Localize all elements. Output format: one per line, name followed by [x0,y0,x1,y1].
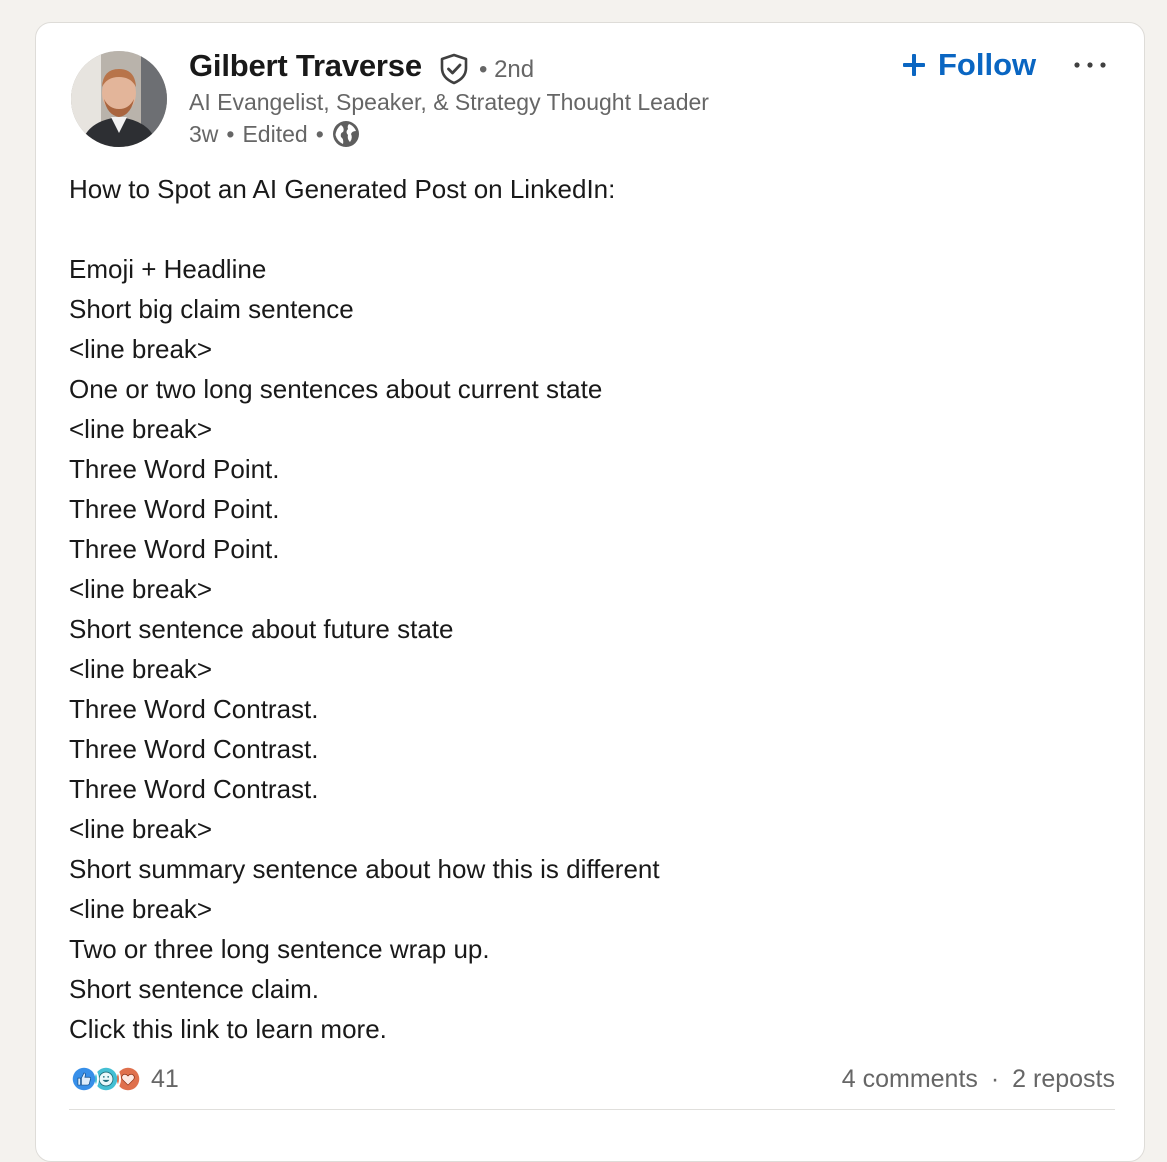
post-text-line: <line break> [69,654,213,684]
post-text-line: Short sentence about future state [69,614,454,644]
post-text-line: Three Word Contrast. [69,734,319,764]
globe-icon [332,121,359,147]
post-card: Gilbert Traverse • 2nd AI Evangelist, Sp… [35,22,1145,1162]
post-text-line: Short sentence claim. [69,974,320,1004]
post-text-line: Three Word Point. [69,454,280,484]
counts-separator: · [990,1065,1000,1093]
post-text-line: Three Word Contrast. [69,774,319,804]
post-text-line: Two or three long sentence wrap up. [69,934,490,964]
post-text-line: <line break> [69,814,213,844]
post-body: How to Spot an AI Generated Post on Link… [69,169,1109,1049]
reposts-count-link[interactable]: 2 reposts [1012,1065,1115,1093]
post-text-line: Emoji + Headline [69,254,267,284]
engagement-counts: 4 comments · 2 reposts [842,1065,1115,1094]
post-time: 3w [189,120,219,147]
author-name[interactable]: Gilbert Traverse [189,48,422,84]
reaction-count: 41 [151,1064,179,1093]
connection-degree: • 2nd [479,56,535,83]
comments-count-link[interactable]: 4 comments [842,1065,978,1093]
follow-label: Follow [938,47,1037,82]
verified-shield-icon [440,53,468,85]
post-text-line: Three Word Contrast. [69,694,319,724]
meta-separator: • [226,120,235,147]
post-text-line: One or two long sentences about current … [69,374,603,404]
meta-separator: • [315,120,324,147]
divider [69,1109,1115,1110]
follow-button[interactable]: Follow [898,43,1040,87]
plus-icon [903,54,925,76]
post-text-line: How to Spot an AI Generated Post on Link… [69,174,616,204]
author-avatar[interactable] [71,51,167,147]
post-text-line [69,209,1109,249]
post-meta: 3w • Edited • [189,120,360,148]
ellipsis-icon [1074,62,1106,68]
post-text-line: Three Word Point. [69,534,280,564]
post-text-line: <line break> [69,574,213,604]
more-options-button[interactable] [1066,47,1114,83]
edited-label: Edited [242,120,308,147]
social-counts-bar: 41 4 comments · 2 reposts [69,1061,1115,1101]
avatar-photo [71,51,167,147]
post-text-line: Three Word Point. [69,494,280,524]
post-text-line: <line break> [69,414,213,444]
post-text-line: <line break> [69,894,213,924]
post-text-line: Click this link to learn more. [69,1014,387,1044]
like-icon [69,1064,99,1094]
author-headline: AI Evangelist, Speaker, & Strategy Thoug… [189,89,709,115]
post-text-line: <line break> [69,334,213,364]
post-text-line: Short summary sentence about how this is… [69,854,660,884]
reactions-summary[interactable]: 41 [69,1063,179,1095]
post-text-line: Short big claim sentence [69,294,354,324]
